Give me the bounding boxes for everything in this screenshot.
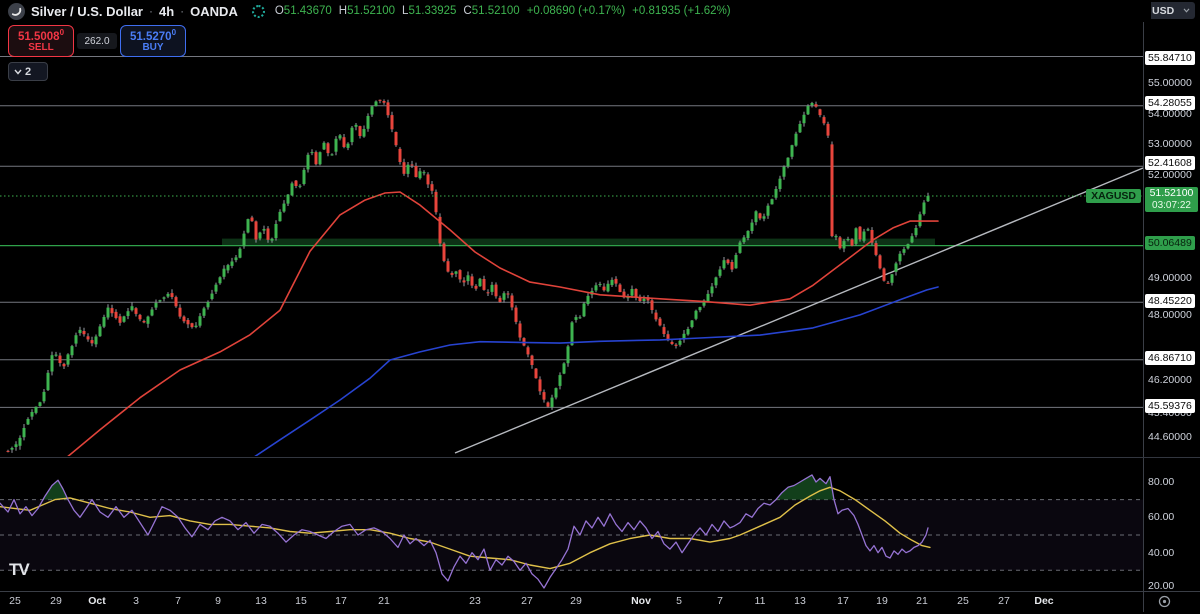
price-axis-label: 80.00 [1148,476,1174,488]
time-axis-label: Oct [88,595,106,607]
price-level-badge: 52.41608 [1145,156,1195,170]
time-axis-label: Dec [1034,595,1053,607]
close-value: 51.52100 [472,5,520,17]
time-axis[interactable]: 25 29 Oct 3 7 9 13 15 17 21 23 27 29 Nov 5 7 11 13 17 19 21 2… [0,591,1143,612]
price-axis[interactable]: USD 55.0000054.0000053.0000052.0000049.0… [1143,0,1200,612]
tradingview-chart-window: Silver / U.S. Dollar · 4h · OANDA O51.43… [0,0,1200,612]
time-axis-label: 27 [521,595,533,607]
time-axis-label: 5 [676,595,682,607]
currency-dropdown[interactable]: USD [1147,2,1195,19]
price-axis-label: 60.00 [1148,511,1174,523]
market-status-icon[interactable] [252,5,265,18]
time-axis-label: 7 [717,595,723,607]
time-axis-label: 17 [335,595,347,607]
spread-value: 262.0 [77,33,117,49]
ohlc-readout: O51.43670 H51.52100 L51.33925 C51.52100 … [275,5,731,17]
time-axis-label: 7 [175,595,181,607]
price-level-badge: 55.84710 [1145,51,1195,65]
time-axis-label: 21 [378,595,390,607]
time-axis-label: 11 [755,595,766,607]
price-axis-label: 44.60000 [1148,431,1192,443]
time-axis-label: 25 [957,595,969,607]
price-axis-label: 48.00000 [1148,309,1192,321]
price-axis-label: 46.20000 [1148,374,1192,386]
title-separator: · [180,4,184,18]
interval-label[interactable]: 4h [159,4,174,19]
sell-label: SELL [28,43,54,54]
legend-collapse-button[interactable]: 2 [8,62,48,81]
time-axis-label: 27 [998,595,1010,607]
price-level-badge: 54.28055 [1145,96,1195,110]
chevron-down-icon [14,69,22,75]
low-value: 51.33925 [408,5,456,17]
time-axis-label: 21 [916,595,928,607]
time-axis-label: 25 [9,595,21,607]
last-price-value: 51.52100 [1145,187,1198,200]
legend-count: 2 [25,66,31,78]
time-axis-label: 29 [570,595,582,607]
time-axis-label: 29 [50,595,62,607]
buy-button[interactable]: 51.52700 BUY [120,25,186,57]
symbol-title-button[interactable]: Silver / U.S. Dollar · 4h · OANDA [31,4,238,19]
price-level-badge: 45.59376 [1145,399,1195,413]
price-level-badge: 48.45220 [1145,294,1195,308]
support-price-badge: 50.06489 [1145,236,1195,250]
high-value: 51.52100 [347,5,395,17]
price-line-symbol-tag[interactable]: XAGUSD [1086,189,1141,203]
change-percent-value: +0.81935 (+1.62%) [632,5,730,17]
chart-canvas[interactable] [0,0,1143,612]
last-price-badge: 51.52100 03:07:22 [1145,187,1198,212]
price-level-badge: 46.86710 [1145,351,1195,365]
pane-separator[interactable] [0,457,1200,458]
trade-widget: 51.50080 SELL 262.0 51.52700 BUY [8,25,186,57]
broker-label: OANDA [190,4,238,19]
price-axis-label: 55.00000 [1148,77,1192,89]
time-axis-separator [0,591,1200,592]
symbol-title: Silver / U.S. Dollar [31,4,143,19]
time-axis-label: 13 [794,595,806,607]
time-axis-label: 13 [255,595,267,607]
time-axis-label: Nov [631,595,651,607]
time-axis-label: 17 [837,595,849,607]
time-axis-label: 9 [215,595,221,607]
price-axis-label: 40.00 [1148,547,1174,559]
axis-settings-gear-icon[interactable] [1157,594,1172,614]
time-axis-label: 3 [133,595,139,607]
tradingview-logo[interactable]: TV [9,560,29,580]
symbol-logo-icon [8,3,25,20]
change-value: +0.08690 (+0.17%) [527,5,625,17]
title-separator: · [149,4,153,18]
open-value: 51.43670 [284,5,332,17]
chevron-down-icon [1183,8,1190,13]
bar-countdown: 03:07:22 [1145,200,1198,212]
price-axis-label: 53.00000 [1148,138,1192,150]
time-axis-label: 23 [469,595,481,607]
price-axis-label: 49.00000 [1148,272,1192,284]
chart-header: Silver / U.S. Dollar · 4h · OANDA O51.43… [0,0,1151,22]
time-axis-label: 19 [876,595,888,607]
sell-button[interactable]: 51.50080 SELL [8,25,74,57]
buy-label: BUY [142,43,163,54]
price-axis-label: 52.00000 [1148,169,1192,181]
time-axis-label: 15 [295,595,307,607]
